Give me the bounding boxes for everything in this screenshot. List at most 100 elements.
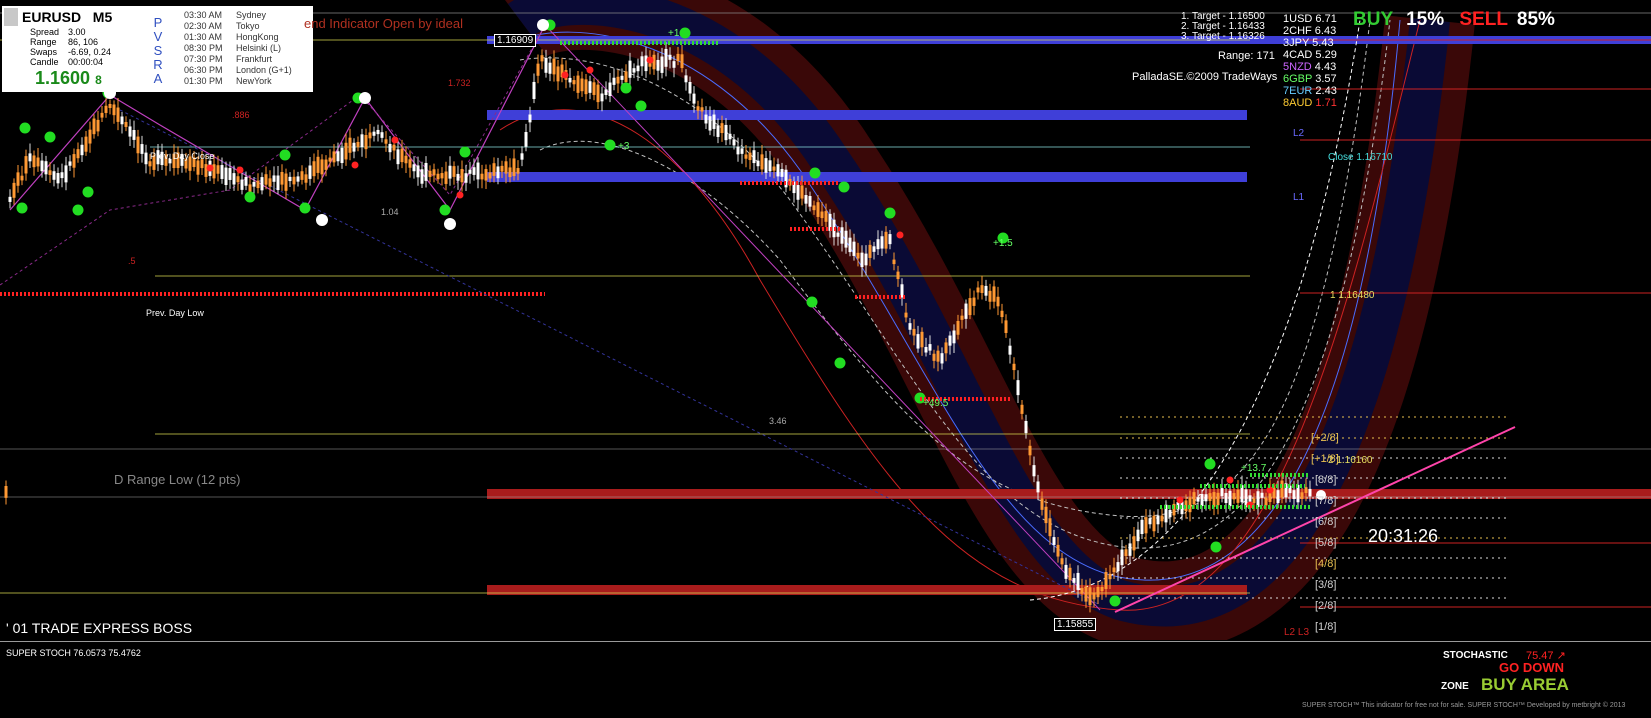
candle-body [320, 159, 324, 175]
fib-label: 3.46 [769, 416, 787, 426]
current-price: 1.1600 8 [35, 68, 102, 88]
candle-body [1028, 445, 1032, 456]
candle-body [1140, 519, 1144, 534]
candle-body [528, 114, 532, 123]
candle-body [440, 173, 444, 179]
candle-body [616, 76, 620, 84]
candle-body [196, 160, 200, 175]
candle-body [1056, 544, 1060, 557]
target-list: 1. Target - 1.16500 2. Target - 1.16433 3.… [1181, 11, 1265, 42]
candle-body [252, 181, 256, 187]
candle-body [536, 63, 540, 76]
candle-body [1132, 536, 1136, 551]
candle-body [1212, 492, 1216, 507]
candle-body [112, 104, 116, 116]
candle-body [1128, 543, 1132, 556]
candle-body [116, 107, 120, 122]
candle-body [1136, 529, 1140, 542]
terminal-logo-icon [4, 8, 18, 26]
candle-body [436, 173, 440, 180]
candle-body [840, 227, 844, 244]
buy-signal-dot [459, 146, 471, 158]
candle-body [980, 285, 984, 293]
zone-l2-label: L2 [1293, 128, 1305, 139]
candle-body [64, 165, 68, 183]
candle-body [904, 312, 908, 318]
candle-body [508, 167, 512, 178]
candle-body [604, 89, 608, 96]
sell-signal-dot [586, 66, 594, 74]
session-city: Frankfurt [236, 54, 273, 64]
session-time: 01:30 AM [184, 32, 223, 42]
candle-body [680, 54, 684, 69]
candle-body [736, 146, 740, 155]
sell-signal-dot [646, 56, 654, 64]
candle-body [468, 169, 472, 174]
candle-body [1204, 494, 1208, 502]
candle-body [88, 129, 92, 144]
candle-body [352, 142, 356, 152]
candle-body [324, 159, 328, 170]
super-stoch-panel[interactable]: SUPER STOCH 76.0573 75.4762 STOCHASTIC 7… [0, 641, 1651, 718]
candle-body [496, 166, 500, 179]
candle-body [472, 167, 476, 175]
candle-body [968, 298, 972, 316]
candle-body [852, 241, 856, 256]
candle-body [716, 125, 720, 137]
level-1-label: 1 1.16480 [1330, 290, 1375, 301]
sell-signal-dot [351, 161, 359, 169]
candle-body [1156, 515, 1160, 525]
murrey-level-label: [1/8] [1315, 621, 1337, 633]
candle-body [384, 139, 388, 144]
candle-body [912, 328, 916, 336]
candle-body [544, 57, 548, 73]
candle-body [880, 236, 884, 249]
candle-body [392, 144, 396, 151]
buy-signal-dot [72, 204, 84, 216]
candle-body [500, 165, 504, 172]
gain-label: +13.7 [1241, 463, 1267, 474]
candle-body [932, 353, 936, 361]
candle-body [348, 137, 352, 153]
currency-strength-meter: 1USD 6.71 2CHF 6.43 3JPY 5.43 4CAD 5.29 … [1283, 13, 1337, 109]
price-box-bottom: 1.15855 [1054, 618, 1097, 631]
candle-body [576, 75, 580, 93]
candle-body [460, 168, 464, 183]
candle-body [864, 253, 868, 266]
candle-body [1012, 363, 1016, 371]
candle-body [60, 172, 64, 179]
main-chart-panel[interactable]: EURUSD M5 Spread 3.00 Range 86, 106 Swap… [0, 0, 1651, 652]
currency-row: 2CHF 6.43 [1283, 25, 1337, 37]
sell-signal-dot [561, 71, 569, 79]
candle-body [1104, 572, 1108, 589]
server-clock: 20:31:26 [1368, 526, 1439, 546]
candle-body [128, 126, 132, 137]
candle-body [76, 149, 80, 159]
candle-body [540, 55, 544, 62]
fib-label: 1.04 [381, 207, 399, 217]
candle-body [780, 168, 784, 177]
symbol-info-box: EURUSD M5 Spread 3.00 Range 86, 106 Swap… [2, 6, 313, 92]
candle-body [684, 75, 688, 83]
stoch-signal: GO DOWN [1499, 660, 1564, 675]
candle-body [692, 93, 696, 104]
candle-body [1152, 515, 1156, 532]
candle-body [204, 164, 208, 177]
candle-body [284, 173, 288, 191]
candle-body [708, 116, 712, 131]
buy-signal-dot [16, 202, 28, 214]
candle-body [380, 132, 384, 138]
candle-body [976, 287, 980, 293]
candle-body [1228, 490, 1232, 507]
murrey-level-label: [+1/8] [1311, 453, 1339, 465]
candle-body [1064, 564, 1068, 579]
session-time: 01:30 PM [184, 76, 223, 86]
fib-label: .886 [232, 110, 250, 120]
candle-body [444, 171, 448, 184]
spread-label: Spread [30, 27, 60, 37]
candle-body [860, 252, 864, 268]
candle-body [1096, 586, 1100, 598]
candle-body [268, 178, 272, 187]
candle-body [628, 60, 632, 78]
candle-body [1144, 517, 1148, 534]
